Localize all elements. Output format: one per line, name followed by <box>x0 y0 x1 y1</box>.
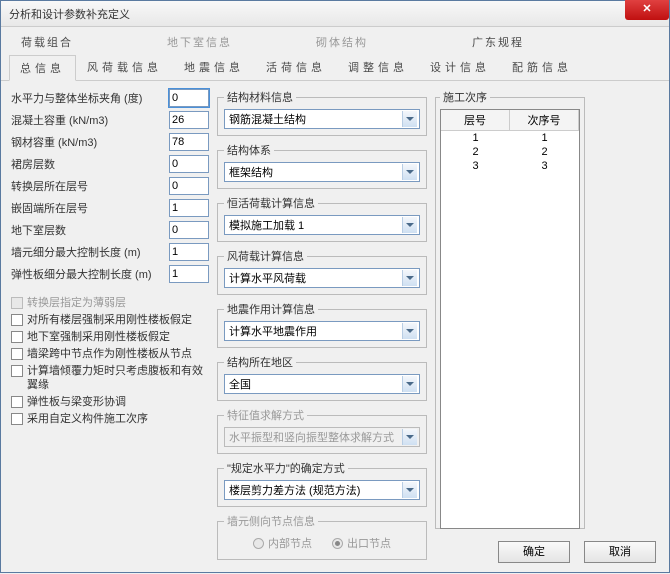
concrete-weight-label: 混凝土容重 (kN/m3) <box>11 112 169 128</box>
region-select[interactable]: 全国 <box>224 374 420 394</box>
system-legend: 结构体系 <box>224 142 274 158</box>
wind-legend: 风荷载计算信息 <box>224 248 307 264</box>
seismic-legend: 地震作用计算信息 <box>224 301 318 317</box>
chk-rigid-all[interactable] <box>11 314 23 326</box>
window-title: 分析和设计参数补充定义 <box>5 6 130 22</box>
chk-rigid-basement-label: 地下室强制采用刚性楼板假定 <box>27 330 170 344</box>
seismic-select[interactable]: 计算水平地震作用 <box>224 321 420 341</box>
transfer-input[interactable] <box>169 177 209 195</box>
wind-select[interactable]: 计算水平风荷载 <box>224 268 420 288</box>
embed-label: 嵌固端所在层号 <box>11 200 169 216</box>
table-row: 11 <box>441 131 579 145</box>
region-legend: 结构所在地区 <box>224 354 296 370</box>
tab-adjust[interactable]: 调整信息 <box>337 54 419 80</box>
podium-input[interactable] <box>169 155 209 173</box>
radio-icon <box>332 538 343 549</box>
radio-inner: 内部节点 <box>253 535 312 551</box>
basement-input[interactable] <box>169 221 209 239</box>
col-floor: 层号 <box>441 110 510 131</box>
radio-outer: 出口节点 <box>332 535 391 551</box>
chevron-down-icon <box>402 270 417 286</box>
chk-custom-seq[interactable] <box>11 413 23 425</box>
angle-label: 水平力与整体坐标夹角 (度) <box>11 90 169 106</box>
chevron-down-icon <box>402 482 417 498</box>
chk-rigid-all-label: 对所有楼层强制采用刚性楼板假定 <box>27 313 192 327</box>
tab-rebar[interactable]: 配筋信息 <box>501 54 583 80</box>
tab-row-upper: 荷载组合 地下室信息 砌体结构 广东规程 <box>1 27 669 54</box>
chevron-down-icon <box>402 376 417 392</box>
chk-elastic-beam-label: 弹性板与梁变形协调 <box>27 395 126 409</box>
tab-guangdong[interactable]: 广东规程 <box>460 31 536 53</box>
slabsub-label: 弹性板细分最大控制长度 (m) <box>11 266 169 282</box>
seq-table[interactable]: 层号次序号 11 22 33 <box>440 109 580 529</box>
tab-design[interactable]: 设计信息 <box>419 54 501 80</box>
steel-weight-label: 钢材容重 (kN/m3) <box>11 134 169 150</box>
radio-icon <box>253 538 264 549</box>
steel-weight-input[interactable] <box>169 133 209 151</box>
tab-seismic[interactable]: 地震信息 <box>173 54 255 80</box>
tab-general[interactable]: 总信息 <box>9 55 76 81</box>
slabsub-input[interactable] <box>169 265 209 283</box>
tab-basement-info[interactable]: 地下室信息 <box>155 31 244 53</box>
wallsub-input[interactable] <box>169 243 209 261</box>
chk-custom-seq-label: 采用自定义构件施工次序 <box>27 412 148 426</box>
cancel-button[interactable]: 取消 <box>584 541 656 563</box>
hforce-legend: "规定水平力"的确定方式 <box>224 460 348 476</box>
chk-wallbeam-node-label: 墙梁跨中节点作为刚性楼板从节点 <box>27 347 192 361</box>
chk-overturn-label: 计算墙倾覆力矩时只考虑腹板和有效翼缘 <box>27 364 209 392</box>
ok-button[interactable]: 确定 <box>498 541 570 563</box>
chevron-down-icon <box>402 164 417 180</box>
deadlive-select[interactable]: 模拟施工加载 1 <box>224 215 420 235</box>
wallnode-legend: 墙元侧向节点信息 <box>224 513 318 529</box>
angle-input[interactable] <box>169 89 209 107</box>
material-select[interactable]: 钢筋混凝土结构 <box>224 109 420 129</box>
chk-wallbeam-node[interactable] <box>11 348 23 360</box>
deadlive-legend: 恒活荷载计算信息 <box>224 195 318 211</box>
chevron-down-icon <box>402 111 417 127</box>
material-legend: 结构材料信息 <box>224 89 296 105</box>
embed-input[interactable] <box>169 199 209 217</box>
seq-legend: 施工次序 <box>440 89 490 105</box>
table-row: 33 <box>441 159 579 173</box>
col-seq: 次序号 <box>510 110 579 131</box>
chevron-down-icon <box>402 323 417 339</box>
eigen-select: 水平振型和竖向振型整体求解方式 <box>224 427 420 447</box>
wallsub-label: 墙元细分最大控制长度 (m) <box>11 244 169 260</box>
tab-row-lower: 总信息 风荷载信息 地震信息 活荷信息 调整信息 设计信息 配筋信息 <box>1 54 669 81</box>
chk-overturn[interactable] <box>11 365 23 377</box>
titlebar: 分析和设计参数补充定义 ✕ <box>1 1 669 27</box>
tab-live[interactable]: 活荷信息 <box>255 54 337 80</box>
chk-rigid-basement[interactable] <box>11 331 23 343</box>
chevron-down-icon <box>402 429 417 445</box>
podium-label: 裙房层数 <box>11 156 169 172</box>
tab-load-combo[interactable]: 荷载组合 <box>9 31 85 53</box>
chk-weak-transfer <box>11 297 23 309</box>
basement-label: 地下室层数 <box>11 222 169 238</box>
tab-masonry[interactable]: 砌体结构 <box>304 31 380 53</box>
transfer-label: 转换层所在层号 <box>11 178 169 194</box>
concrete-weight-input[interactable] <box>169 111 209 129</box>
hforce-select[interactable]: 楼层剪力差方法 (规范方法) <box>224 480 420 500</box>
chk-elastic-beam[interactable] <box>11 396 23 408</box>
chk-weak-transfer-label: 转换层指定为薄弱层 <box>27 296 126 310</box>
eigen-legend: 特征值求解方式 <box>224 407 307 423</box>
table-row: 22 <box>441 145 579 159</box>
close-button[interactable]: ✕ <box>625 0 669 20</box>
tab-wind[interactable]: 风荷载信息 <box>76 54 173 80</box>
system-select[interactable]: 框架结构 <box>224 162 420 182</box>
chevron-down-icon <box>402 217 417 233</box>
